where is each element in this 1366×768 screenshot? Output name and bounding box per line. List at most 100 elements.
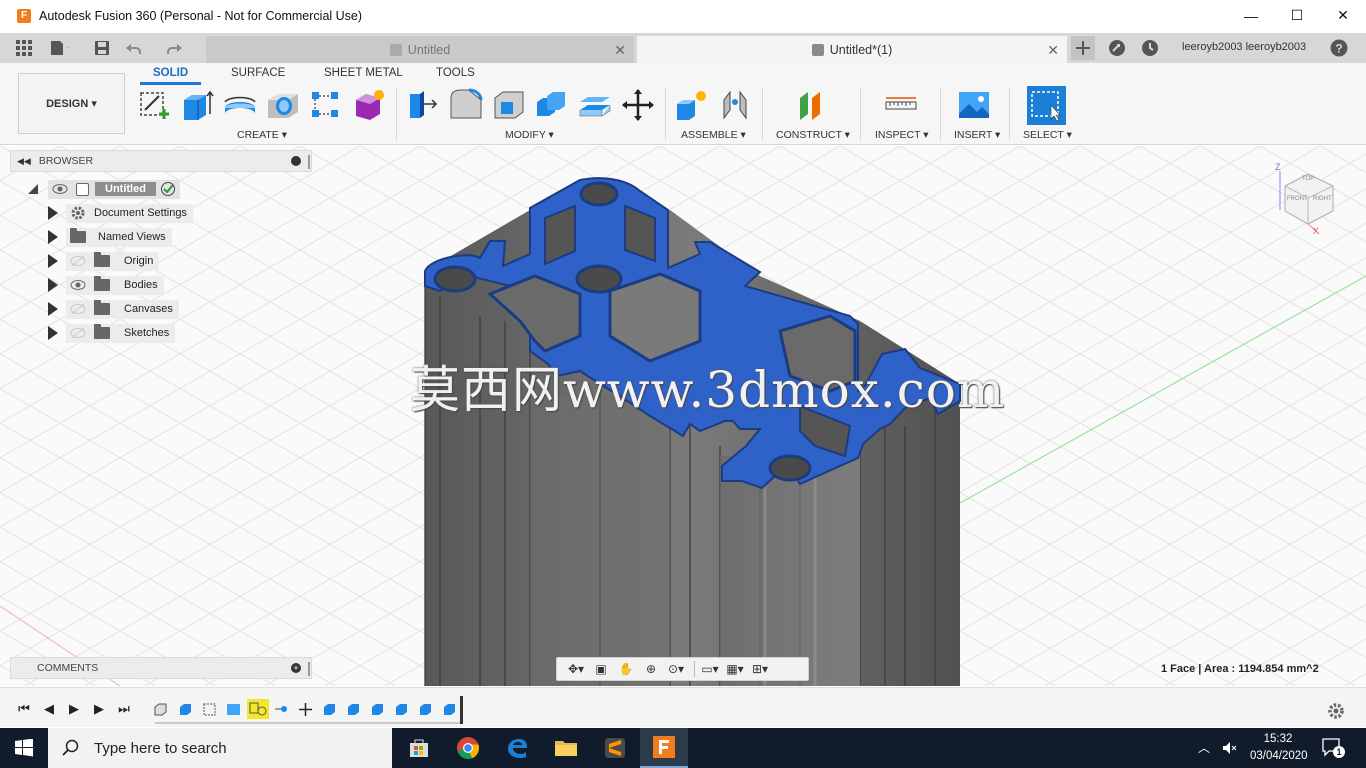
- extrude-icon[interactable]: [180, 88, 214, 122]
- step-forward-icon[interactable]: ▶: [91, 701, 107, 717]
- create-form-icon[interactable]: [352, 88, 386, 122]
- timeline-marker[interactable]: [460, 696, 463, 724]
- timeline-extrude-icon[interactable]: [346, 702, 361, 717]
- collapsed-triangle-icon[interactable]: [48, 278, 58, 292]
- tab-untitled-active[interactable]: Untitled*(1) ✕: [637, 36, 1067, 63]
- tab-close-icon[interactable]: ✕: [614, 42, 626, 59]
- taskbar-chrome[interactable]: [444, 728, 492, 768]
- go-to-end-icon[interactable]: ⏭: [116, 701, 132, 717]
- display-settings-icon[interactable]: ▭▾: [699, 661, 721, 677]
- timeline-move-icon[interactable]: [298, 702, 313, 717]
- job-status-icon[interactable]: [1141, 39, 1159, 57]
- collapsed-triangle-icon[interactable]: [48, 302, 58, 316]
- tree-item-bodies[interactable]: Bodies: [48, 274, 164, 296]
- assemble-menu[interactable]: ASSEMBLE ▾: [681, 129, 746, 141]
- tab-close-icon[interactable]: ✕: [1047, 42, 1059, 59]
- select-tool[interactable]: [1027, 86, 1066, 125]
- new-tab-icon[interactable]: [1071, 36, 1095, 60]
- tree-root[interactable]: Untitled: [28, 178, 180, 200]
- pattern-icon[interactable]: [309, 88, 343, 122]
- taskbar-edge[interactable]: [493, 728, 541, 768]
- timeline-canvas-icon[interactable]: [226, 702, 241, 717]
- tab-tools[interactable]: TOOLS: [436, 67, 475, 79]
- combine-icon[interactable]: [535, 88, 569, 122]
- offset-face-icon[interactable]: [578, 88, 612, 122]
- tree-item-origin[interactable]: Origin: [48, 250, 160, 272]
- insert-menu[interactable]: INSERT ▾: [954, 129, 1000, 141]
- timeline-sketch-icon[interactable]: [202, 702, 217, 717]
- move-copy-icon[interactable]: [621, 88, 655, 122]
- timeline-extrude-icon[interactable]: [418, 702, 433, 717]
- save-icon[interactable]: [93, 39, 111, 57]
- tab-solid[interactable]: SOLID: [139, 67, 202, 85]
- minimize-button[interactable]: —: [1228, 0, 1274, 31]
- timeline-joint-icon[interactable]: [274, 702, 289, 717]
- tab-sheet-metal[interactable]: SHEET METAL: [324, 67, 403, 79]
- taskbar-search[interactable]: Type here to search: [48, 728, 392, 768]
- workspace-switcher[interactable]: DESIGN ▾: [18, 73, 125, 134]
- timeline-feature-icon[interactable]: [153, 702, 168, 717]
- file-menu-icon[interactable]: [50, 39, 68, 57]
- offset-plane-icon[interactable]: [794, 88, 828, 122]
- hidden-eye-icon[interactable]: [70, 303, 86, 315]
- pan-hand-icon[interactable]: ✋: [615, 661, 637, 677]
- taskbar-sublime[interactable]: [591, 728, 639, 768]
- undo-icon[interactable]: [125, 39, 143, 57]
- comments-panel[interactable]: COMMENTS +: [10, 657, 312, 679]
- grid-settings-icon[interactable]: ▦▾: [724, 661, 746, 677]
- panel-grip-icon[interactable]: [308, 155, 310, 169]
- orbit-icon[interactable]: ✥▾: [565, 661, 587, 677]
- timeline-extrude-icon[interactable]: [370, 702, 385, 717]
- shell-icon[interactable]: [492, 88, 526, 122]
- timeline-extrude-icon[interactable]: [322, 702, 337, 717]
- add-comment-icon[interactable]: +: [291, 663, 301, 673]
- viewcube-front-label[interactable]: FRONT: [1287, 196, 1308, 202]
- redo-icon[interactable]: [167, 39, 185, 57]
- collapsed-triangle-icon[interactable]: [48, 326, 58, 340]
- revolve-icon[interactable]: [223, 88, 257, 122]
- viewcube-top-label[interactable]: TOP: [1302, 176, 1314, 182]
- play-icon[interactable]: ▶: [66, 701, 82, 717]
- minimize-panel-icon[interactable]: [291, 156, 301, 166]
- action-center-button[interactable]: 1: [1322, 738, 1345, 758]
- insert-canvas-icon[interactable]: [957, 88, 991, 122]
- expanded-triangle-icon[interactable]: [28, 184, 38, 194]
- tree-item-canvases[interactable]: Canvases: [48, 298, 179, 320]
- modify-menu[interactable]: MODIFY ▾: [505, 129, 554, 141]
- measure-icon[interactable]: [884, 88, 918, 122]
- timeline-extrude-icon[interactable]: [394, 702, 409, 717]
- taskbar-fusion360[interactable]: [640, 728, 688, 768]
- viewcube-right-label[interactable]: RIGHT: [1313, 196, 1332, 202]
- fillet-icon[interactable]: [449, 88, 483, 122]
- tab-surface[interactable]: SURFACE: [231, 67, 285, 79]
- taskbar-file-explorer[interactable]: [542, 728, 590, 768]
- collapsed-triangle-icon[interactable]: [48, 254, 58, 268]
- start-button[interactable]: [0, 728, 48, 768]
- fit-zoom-icon[interactable]: ⊙▾: [665, 661, 687, 677]
- create-sketch-icon[interactable]: [137, 88, 171, 122]
- timeline-settings-gear-icon[interactable]: [1327, 702, 1345, 720]
- press-pull-icon[interactable]: [406, 88, 440, 122]
- grid-menu-icon[interactable]: [15, 39, 33, 57]
- timeline-active-feature[interactable]: [247, 699, 269, 719]
- go-to-start-icon[interactable]: ⏮: [16, 701, 32, 717]
- user-account[interactable]: leeroyb2003 leeroyb2003: [1182, 41, 1306, 53]
- inspect-menu[interactable]: INSPECT ▾: [875, 129, 929, 141]
- maximize-button[interactable]: ☐: [1274, 0, 1320, 31]
- hidden-eye-icon[interactable]: [70, 255, 86, 267]
- show-hidden-icons-chevron-icon[interactable]: ︿: [1198, 739, 1210, 756]
- hidden-eye-icon[interactable]: [70, 327, 86, 339]
- visibility-eye-icon[interactable]: [52, 183, 68, 195]
- tab-untitled[interactable]: Untitled ✕: [206, 36, 634, 63]
- panel-grip-icon[interactable]: [308, 662, 310, 676]
- close-button[interactable]: ✕: [1320, 0, 1366, 31]
- timeline-extrude-icon[interactable]: [178, 702, 193, 717]
- tree-item-sketches[interactable]: Sketches: [48, 322, 176, 344]
- viewports-icon[interactable]: ⊞▾: [749, 661, 771, 677]
- collapsed-triangle-icon[interactable]: [48, 230, 58, 244]
- visibility-eye-icon[interactable]: [70, 279, 86, 291]
- taskbar-store[interactable]: [395, 728, 443, 768]
- help-icon[interactable]: ?: [1330, 39, 1348, 57]
- hole-icon[interactable]: [266, 88, 300, 122]
- select-menu[interactable]: SELECT ▾: [1023, 129, 1072, 141]
